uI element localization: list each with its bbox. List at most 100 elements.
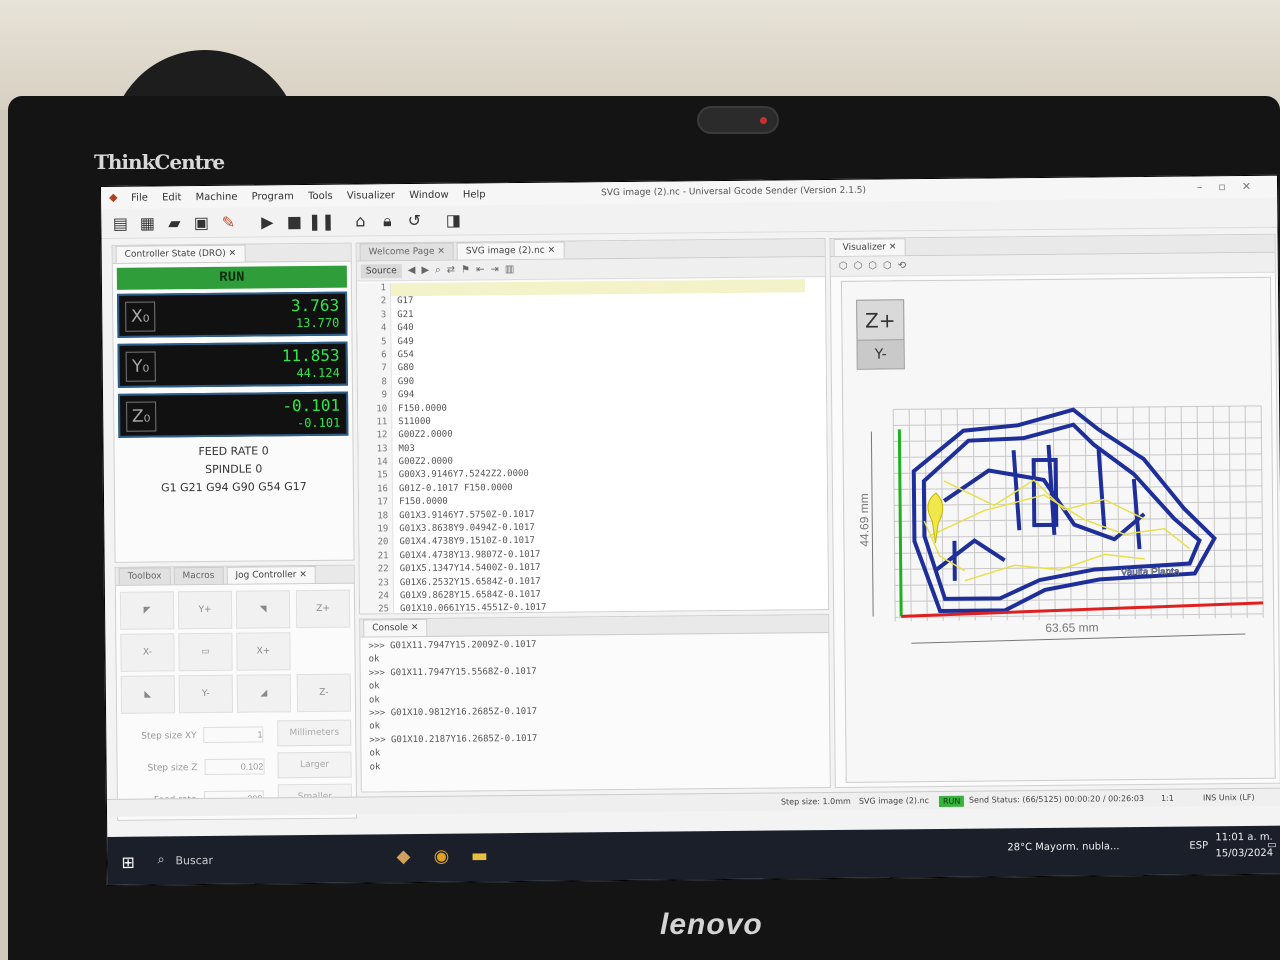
menu-window[interactable]: Window xyxy=(409,189,449,200)
code-line[interactable]: G01X5.1347Y14.5400Z-0.1017 xyxy=(400,563,546,578)
code-line[interactable]: G17 xyxy=(397,295,543,310)
home-icon[interactable]: ⌂ xyxy=(349,210,371,232)
weather[interactable]: 28°C Mayorm. nubla... xyxy=(1007,841,1119,853)
reset-z-button[interactable]: Z₀ xyxy=(126,401,157,432)
stop-icon[interactable]: ■ xyxy=(283,211,305,233)
reset-y-button[interactable]: Y₀ xyxy=(125,351,156,382)
tab-welcome-page[interactable]: Welcome Page ✕ xyxy=(359,242,454,261)
code-line[interactable]: G90 xyxy=(398,375,544,390)
forward-icon[interactable]: ▶ xyxy=(421,265,429,276)
step-z-input[interactable] xyxy=(204,758,265,776)
code-line[interactable]: G40 xyxy=(397,322,543,337)
tab-gcode-file[interactable]: SVG image (2).nc ✕ xyxy=(456,241,565,260)
code-line[interactable]: G01X3.9146Y7.5750Z-0.1017 xyxy=(399,509,545,524)
replace-icon[interactable]: ⇄ xyxy=(447,265,455,276)
view-side-icon[interactable]: ⬡ xyxy=(883,260,892,271)
code-line[interactable] xyxy=(397,282,543,297)
jog-down-right-button[interactable]: ◢ xyxy=(236,674,292,713)
connect-icon[interactable]: ✎ xyxy=(217,211,239,233)
language-indicator[interactable]: ESP xyxy=(1189,840,1208,851)
view-reset-icon[interactable]: ⟲ xyxy=(898,260,906,271)
code-line[interactable]: G01X10.0661Y15.4551Z-0.1017 xyxy=(400,603,546,618)
larger-button[interactable]: Larger xyxy=(277,751,352,779)
code-lines: G17 G21 G40 G49 G54 G80 G90 G94 F150.0000 S11000 G… xyxy=(397,282,547,618)
code-area[interactable]: 1 2 3 4 5 6 7 8 9 10 11 12 13 14 15 16 17 18 19 20 21 22 23 24 2… xyxy=(356,279,829,615)
clock-time[interactable]: 11:01 a. m. xyxy=(1215,832,1273,844)
save-icon[interactable]: ▣ xyxy=(190,211,212,233)
tab-visualizer[interactable]: Visualizer ✕ xyxy=(833,238,906,256)
code-line[interactable]: G01X9.8628Y15.6584Z-0.1017 xyxy=(400,590,546,605)
code-line[interactable]: G01X6.2532Y15.6584Z-0.1017 xyxy=(400,576,546,591)
code-line[interactable]: G01Z-0.1017 F150.0000 xyxy=(399,483,545,498)
code-line[interactable]: F150.0000 xyxy=(399,496,545,511)
code-line[interactable]: G49 xyxy=(397,335,543,350)
play-icon[interactable]: ▶ xyxy=(256,211,278,233)
menu-visualizer[interactable]: Visualizer xyxy=(347,190,395,201)
shift-left-icon[interactable]: ⇤ xyxy=(476,264,484,275)
jog-z-minus-button[interactable]: Z- xyxy=(296,673,352,713)
tab-macros[interactable]: Macros xyxy=(173,566,224,585)
tab-dro[interactable]: Controller State (DRO) ✕ xyxy=(115,244,246,263)
jog-down-left-button[interactable]: ◣ xyxy=(120,675,176,714)
code-line[interactable]: F150.0000 xyxy=(398,402,544,417)
jog-z-plus-button[interactable]: Z+ xyxy=(295,589,351,629)
visualizer-canvas[interactable]: Z+ Y- 44.69 mm 63.65 mm Vaulta Planta xyxy=(840,276,1276,783)
jog-x-minus-button[interactable]: X- xyxy=(120,633,175,672)
open-file-icon[interactable]: ▦ xyxy=(136,212,158,234)
code-line[interactable]: G00Z2.0000 xyxy=(399,456,545,471)
code-line[interactable]: G01X3.8638Y9.0494Z-0.1017 xyxy=(399,523,545,538)
jog-y-plus-button[interactable]: Y+ xyxy=(177,590,233,630)
menu-help[interactable]: Help xyxy=(463,189,486,200)
menu-file[interactable]: File xyxy=(131,192,148,203)
code-line[interactable]: G00Z2.0000 xyxy=(398,429,544,444)
find-icon[interactable]: ⌕ xyxy=(435,265,441,276)
shift-right-icon[interactable]: ⇥ xyxy=(490,264,498,275)
jog-center-button[interactable]: ▭ xyxy=(178,632,233,672)
code-line[interactable]: G01X4.4738Y13.9807Z-0.1017 xyxy=(400,550,546,565)
menu-tools[interactable]: Tools xyxy=(308,190,333,201)
code-line[interactable]: G01X4.4738Y9.1510Z-0.1017 xyxy=(399,536,545,551)
units-button[interactable]: Millimeters xyxy=(277,719,352,747)
comment-icon[interactable]: ▥ xyxy=(505,264,515,275)
explorer-taskbar-icon[interactable]: ▬ xyxy=(465,845,493,871)
menu-edit[interactable]: Edit xyxy=(162,192,181,203)
tab-jog-controller[interactable]: Jog Controller ✕ xyxy=(226,565,316,584)
grid-line xyxy=(893,469,1262,474)
reset-icon[interactable]: ↺ xyxy=(403,209,425,231)
code-line[interactable]: G94 xyxy=(398,389,544,404)
source-button[interactable]: Source xyxy=(360,263,402,278)
view-top-icon[interactable]: ⬡ xyxy=(853,261,862,272)
code-line[interactable]: G80 xyxy=(398,362,544,377)
jog-up-left-button[interactable]: ◤ xyxy=(119,591,175,630)
code-line[interactable]: G00X3.9146Y7.5242Z2.0000 xyxy=(399,469,545,484)
menu-machine[interactable]: Machine xyxy=(196,191,238,202)
windows-start-icon[interactable]: ⊞ xyxy=(121,853,135,872)
taskbar-search[interactable]: ⌕ Buscar xyxy=(153,845,328,877)
folder-icon[interactable]: ▰ xyxy=(163,212,185,234)
chrome-taskbar-icon[interactable]: ◉ xyxy=(427,846,455,872)
menu-program[interactable]: Program xyxy=(252,191,294,202)
bookmark-icon[interactable]: ⚑ xyxy=(461,264,470,275)
code-line[interactable]: G54 xyxy=(398,349,544,364)
code-line[interactable]: S11000 xyxy=(398,416,544,431)
pause-icon[interactable]: ❚❚ xyxy=(308,210,335,232)
code-line[interactable]: M03 xyxy=(398,442,544,457)
probe-icon[interactable]: ◨ xyxy=(442,209,464,231)
tab-toolbox[interactable]: Toolbox xyxy=(118,567,171,585)
view-iso-icon[interactable]: ⬡ xyxy=(839,261,848,272)
jog-x-plus-button[interactable]: X+ xyxy=(236,632,291,671)
code-line[interactable]: G21 xyxy=(397,309,543,324)
notification-icon[interactable]: ▭ xyxy=(1267,840,1277,851)
unlock-icon[interactable]: 🔒︎ xyxy=(376,210,398,232)
back-icon[interactable]: ◀ xyxy=(408,265,416,276)
tab-console[interactable]: Console ✕ xyxy=(363,618,428,637)
view-front-icon[interactable]: ⬡ xyxy=(868,261,877,272)
jog-up-right-button[interactable]: ◥ xyxy=(235,590,291,629)
window-controls[interactable]: –▫✕ xyxy=(1197,180,1267,194)
clock-date[interactable]: 15/03/2024 xyxy=(1215,848,1273,860)
jog-y-minus-button[interactable]: Y- xyxy=(178,674,234,714)
gcode-file-icon[interactable]: ▤ xyxy=(109,212,131,234)
ugs-taskbar-icon[interactable]: ◆ xyxy=(389,846,417,872)
step-xy-input[interactable] xyxy=(203,726,264,744)
reset-x-button[interactable]: X₀ xyxy=(125,301,156,332)
